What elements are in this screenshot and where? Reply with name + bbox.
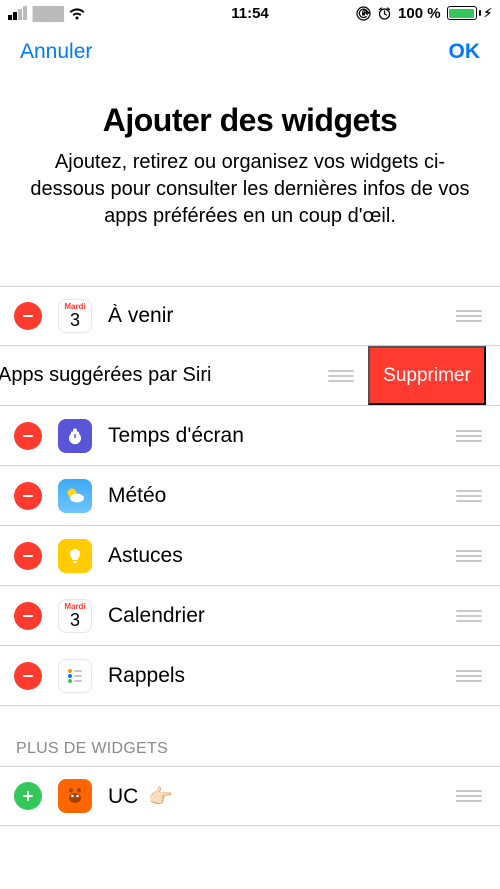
widget-label: UC 👉🏻 [108, 784, 446, 809]
pointing-hand-icon: 👉🏻 [148, 786, 173, 808]
remove-button[interactable] [14, 602, 42, 630]
more-widget-row-uc: UC 👉🏻 [0, 766, 500, 826]
alarm-icon [377, 6, 392, 21]
remove-button[interactable] [14, 542, 42, 570]
carrier-redacted: ▇▇▇ [33, 4, 62, 22]
widget-label: À venir [108, 304, 446, 328]
orientation-lock-icon [356, 6, 371, 21]
status-left: ▇▇▇ [8, 4, 86, 22]
active-widgets-list: Mardi 3 À venir Apps suggérées par Siri … [0, 286, 500, 706]
drag-handle-icon[interactable] [446, 602, 486, 630]
signal-icon [8, 6, 27, 20]
battery-icon: ⚡︎ [447, 6, 492, 20]
widget-label: Rappels [108, 664, 446, 688]
more-widgets-list: UC 👉🏻 [0, 766, 500, 826]
weather-icon [58, 479, 92, 513]
calendar-icon: Mardi 3 [58, 599, 92, 633]
drag-handle-icon[interactable] [446, 302, 486, 330]
widget-row-upcoming: Mardi 3 À venir [0, 286, 500, 346]
widget-label: Calendrier [108, 604, 446, 628]
remove-button[interactable] [14, 482, 42, 510]
widget-row-calendar: Mardi 3 Calendrier [0, 586, 500, 646]
drag-handle-icon[interactable] [318, 362, 358, 390]
widget-label: Apps suggérées par Siri [0, 364, 211, 387]
drag-handle-icon[interactable] [446, 482, 486, 510]
remove-button[interactable] [14, 302, 42, 330]
delete-button[interactable]: Supprimer [368, 346, 486, 405]
screentime-icon [58, 419, 92, 453]
ok-button[interactable]: OK [449, 40, 481, 64]
cancel-button[interactable]: Annuler [20, 40, 92, 64]
widget-row-screentime: Temps d'écran [0, 406, 500, 466]
page-title: Ajouter des widgets [28, 102, 472, 139]
widget-row-tips: Astuces [0, 526, 500, 586]
drag-handle-icon[interactable] [446, 422, 486, 450]
remove-button[interactable] [14, 662, 42, 690]
drag-handle-icon[interactable] [446, 542, 486, 570]
add-button[interactable] [14, 782, 42, 810]
remove-button[interactable] [14, 422, 42, 450]
charging-icon: ⚡︎ [484, 6, 492, 20]
widget-label: Météo [108, 484, 446, 508]
page-header: Ajouter des widgets Ajoutez, retirez ou … [0, 74, 500, 250]
more-widgets-header: PLUS DE WIDGETS [0, 706, 500, 766]
widget-label: Astuces [108, 544, 446, 568]
drag-handle-icon[interactable] [446, 662, 486, 690]
widget-row-reminders: Rappels [0, 646, 500, 706]
widget-row-siri-suggestions: Apps suggérées par Siri Supprimer [0, 346, 500, 406]
status-time: 11:54 [231, 5, 269, 22]
uc-browser-icon [58, 779, 92, 813]
nav-bar: Annuler OK [0, 26, 500, 74]
status-bar: ▇▇▇ 11:54 100 % ⚡︎ [0, 0, 500, 26]
battery-percent: 100 % [398, 5, 441, 22]
calendar-icon: Mardi 3 [58, 299, 92, 333]
widget-label: Temps d'écran [108, 424, 446, 448]
wifi-icon [68, 7, 86, 20]
swiped-content: Apps suggérées par Siri [0, 346, 368, 405]
drag-handle-icon[interactable] [446, 782, 486, 810]
widget-row-weather: Météo [0, 466, 500, 526]
tips-icon [58, 539, 92, 573]
status-right: 100 % ⚡︎ [356, 5, 492, 22]
page-description: Ajoutez, retirez ou organisez vos widget… [28, 149, 472, 230]
reminders-icon [58, 659, 92, 693]
